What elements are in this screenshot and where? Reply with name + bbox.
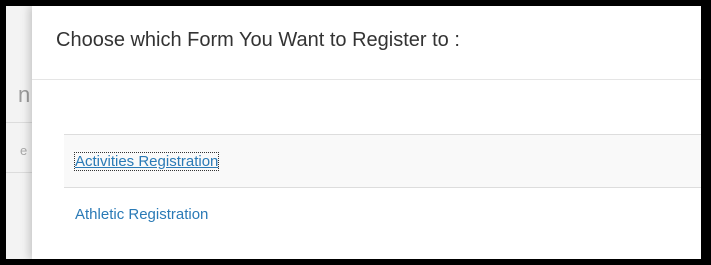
list-item: Athletic Registration	[64, 187, 701, 240]
form-list: Activities Registration Athletic Registr…	[64, 134, 701, 240]
list-item: Activities Registration	[64, 134, 701, 187]
background-text-fragment: e	[20, 143, 28, 158]
dialog-title: Choose which Form You Want to Register t…	[56, 29, 460, 51]
activities-registration-link[interactable]: Activities Registration	[73, 152, 220, 171]
browser-viewport: n e Choose which Form You Want to Regist…	[6, 6, 701, 259]
dialog-header: Choose which Form You Want to Register t…	[32, 6, 701, 80]
background-heading-fragment: n	[18, 82, 31, 107]
athletic-registration-link[interactable]: Athletic Registration	[75, 206, 208, 223]
screenshot-frame: n e Choose which Form You Want to Regist…	[0, 0, 711, 265]
registration-form-dialog: Choose which Form You Want to Register t…	[32, 6, 701, 259]
